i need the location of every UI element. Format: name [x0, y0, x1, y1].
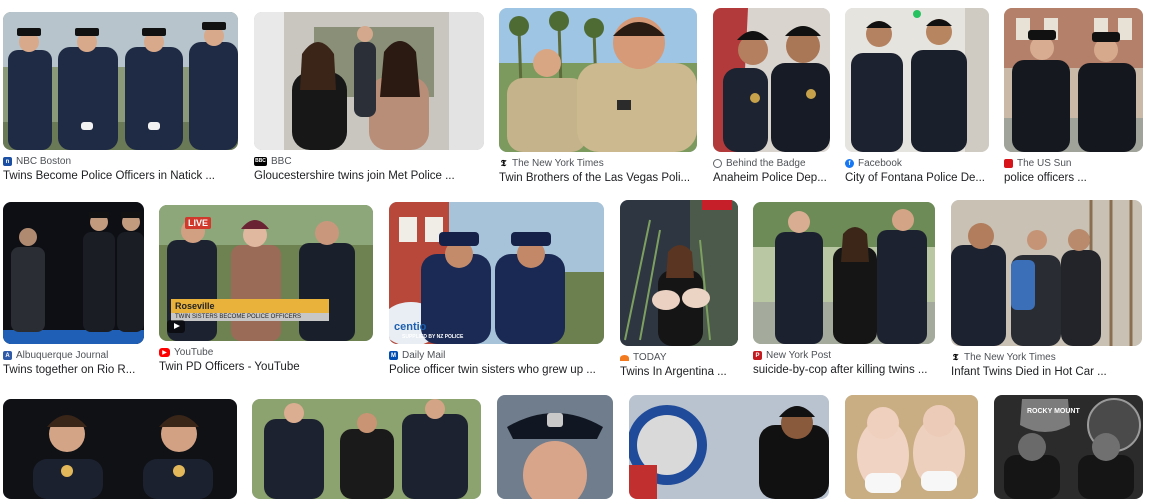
image-result-card[interactable]: TODAY Twins In Argentina ...	[620, 200, 738, 378]
image-result-card[interactable]: LIVE Roseville TWIN SISTERS BECOME POLIC…	[159, 205, 373, 373]
image-result-card[interactable]	[845, 395, 978, 499]
result-title[interactable]: Anaheim Police Dep...	[713, 172, 830, 184]
centenary-sign-text: centio	[394, 321, 427, 333]
result-source: n NBC Boston	[3, 155, 238, 168]
image-result-card[interactable]: The US Sun police officers ...	[1004, 8, 1143, 184]
result-source: Behind the Badge	[713, 157, 830, 170]
image-result-card[interactable]: ROCKY MOUNT	[994, 395, 1143, 499]
live-badge: LIVE	[185, 217, 212, 229]
result-title[interactable]: Infant Twins Died in Hot Car ...	[951, 366, 1142, 378]
facebook-icon: f	[845, 159, 854, 168]
anaheim-twins-photo	[713, 8, 830, 152]
play-icon[interactable]	[167, 320, 185, 333]
result-title[interactable]: Twin Brothers of the Las Vegas Poli...	[499, 172, 697, 184]
result-title[interactable]: Twins Become Police Officers in Natick .…	[3, 170, 238, 182]
ny-post-officers-photo	[753, 202, 935, 344]
image-result-card[interactable]: A Albuquerque Journal Twins together on …	[3, 202, 144, 376]
rocky-mount-logo-text: ROCKY MOUNT	[1027, 408, 1080, 415]
result-source: 𝕿 The New York Times	[499, 158, 604, 169]
result-title[interactable]: Twin PD Officers - YouTube	[159, 361, 373, 373]
result-source: P New York Post	[753, 349, 935, 362]
us-sun-icon	[1004, 159, 1013, 168]
officers-scene-photo	[252, 399, 481, 499]
result-title[interactable]: suicide-by-cop after killing twins ...	[753, 364, 935, 376]
result-thumbnail[interactable]	[252, 399, 481, 499]
image-result-card[interactable]: f Facebook City of Fontana Police De...	[845, 8, 989, 184]
result-thumbnail[interactable]	[3, 12, 238, 150]
today-icon	[620, 354, 629, 361]
image-result-card[interactable]	[629, 395, 829, 499]
nyt-icon: 𝕿	[951, 352, 960, 362]
ny-post-icon: P	[753, 351, 762, 360]
image-result-card[interactable]: 𝕿 The New York Times Infant Twins Died i…	[951, 200, 1142, 378]
result-thumbnail[interactable]	[713, 8, 830, 152]
image-result-card[interactable]: n NBC Boston Twins Become Police Officer…	[3, 12, 238, 182]
result-thumbnail[interactable]	[3, 399, 237, 499]
nyt-icon: 𝕿	[499, 158, 508, 168]
image-result-card[interactable]: 𝕿 The New York Times Twin Brothers of th…	[499, 8, 697, 184]
image-result-card[interactable]	[3, 399, 237, 499]
result-thumbnail[interactable]	[499, 8, 697, 152]
watermark: SUPPLIED BY NZ POLICE	[402, 334, 464, 340]
nbc-boston-icon: n	[3, 157, 12, 166]
uk-police-twins-photo	[1004, 8, 1143, 152]
image-result-card[interactable]: P New York Post suicide-by-cop after kil…	[753, 202, 935, 376]
result-thumbnail[interactable]	[753, 202, 935, 344]
albuquerque-journal-icon: A	[3, 351, 12, 360]
lower-third-subtitle: TWIN SISTERS BECOME POLICE OFFICERS	[171, 313, 329, 321]
result-title[interactable]: Twins In Argentina ...	[620, 366, 738, 378]
bbc-icon: BBC	[254, 157, 267, 166]
result-source: M Daily Mail	[389, 350, 446, 361]
result-thumbnail[interactable]: centio SUPPLIED BY NZ POLICE	[389, 202, 604, 344]
result-source: ▶ YouTube	[159, 346, 373, 359]
result-thumbnail[interactable]	[254, 12, 484, 150]
twins-argentina-photo	[620, 200, 738, 346]
fontana-officers-photo	[845, 8, 989, 152]
image-result-card[interactable]	[497, 395, 613, 499]
result-source: A Albuquerque Journal	[3, 349, 144, 362]
babies-photo	[845, 395, 978, 499]
police-officers-photo	[3, 12, 238, 150]
image-result-card[interactable]: Behind the Badge Anaheim Police Dep...	[713, 8, 830, 184]
graduation-twins-photo	[3, 399, 237, 499]
result-source: f Facebook	[845, 157, 989, 170]
result-thumbnail[interactable]	[629, 395, 829, 499]
youtube-icon: ▶	[159, 348, 170, 357]
result-source: The US Sun	[1004, 157, 1143, 170]
result-thumbnail[interactable]	[3, 202, 144, 344]
result-title[interactable]: City of Fontana Police De...	[845, 172, 989, 184]
result-title[interactable]: Police officer twin sisters who grew up …	[389, 364, 604, 376]
result-title[interactable]: Gloucestershire twins join Met Police ..…	[254, 170, 484, 182]
result-thumbnail[interactable]	[845, 395, 978, 499]
daily-mail-icon: M	[389, 351, 398, 360]
result-thumbnail[interactable]: LIVE Roseville TWIN SISTERS BECOME POLIC…	[159, 205, 373, 341]
infant-twins-photo	[951, 200, 1142, 346]
twins-museum-photo	[254, 12, 484, 150]
result-thumbnail[interactable]	[845, 8, 989, 152]
press-conference-photo	[629, 395, 829, 499]
globe-icon	[713, 159, 722, 168]
result-title[interactable]: Twins together on Rio R...	[3, 364, 144, 376]
news-lower-third: Roseville TWIN SISTERS BECOME POLICE OFF…	[171, 299, 329, 321]
image-result-card[interactable]: BBC BBC Gloucestershire twins join Met P…	[254, 12, 484, 182]
result-source: BBC BBC	[254, 156, 292, 167]
result-thumbnail[interactable]: ROCKY MOUNT	[994, 395, 1143, 499]
lower-third-title: Roseville	[175, 301, 215, 311]
image-result-card[interactable]	[252, 399, 481, 499]
image-result-card[interactable]: centio SUPPLIED BY NZ POLICE M Daily Mai…	[389, 202, 604, 376]
result-source: TODAY	[620, 351, 738, 364]
result-thumbnail[interactable]	[620, 200, 738, 346]
las-vegas-twins-photo	[499, 8, 697, 152]
stage-officers-photo	[3, 202, 144, 344]
result-title[interactable]: police officers ...	[1004, 172, 1143, 184]
result-thumbnail[interactable]	[497, 395, 613, 499]
officer-portrait-photo	[497, 395, 613, 499]
result-source: 𝕿 The New York Times	[951, 352, 1056, 363]
result-thumbnail[interactable]	[1004, 8, 1143, 152]
result-thumbnail[interactable]	[951, 200, 1142, 346]
